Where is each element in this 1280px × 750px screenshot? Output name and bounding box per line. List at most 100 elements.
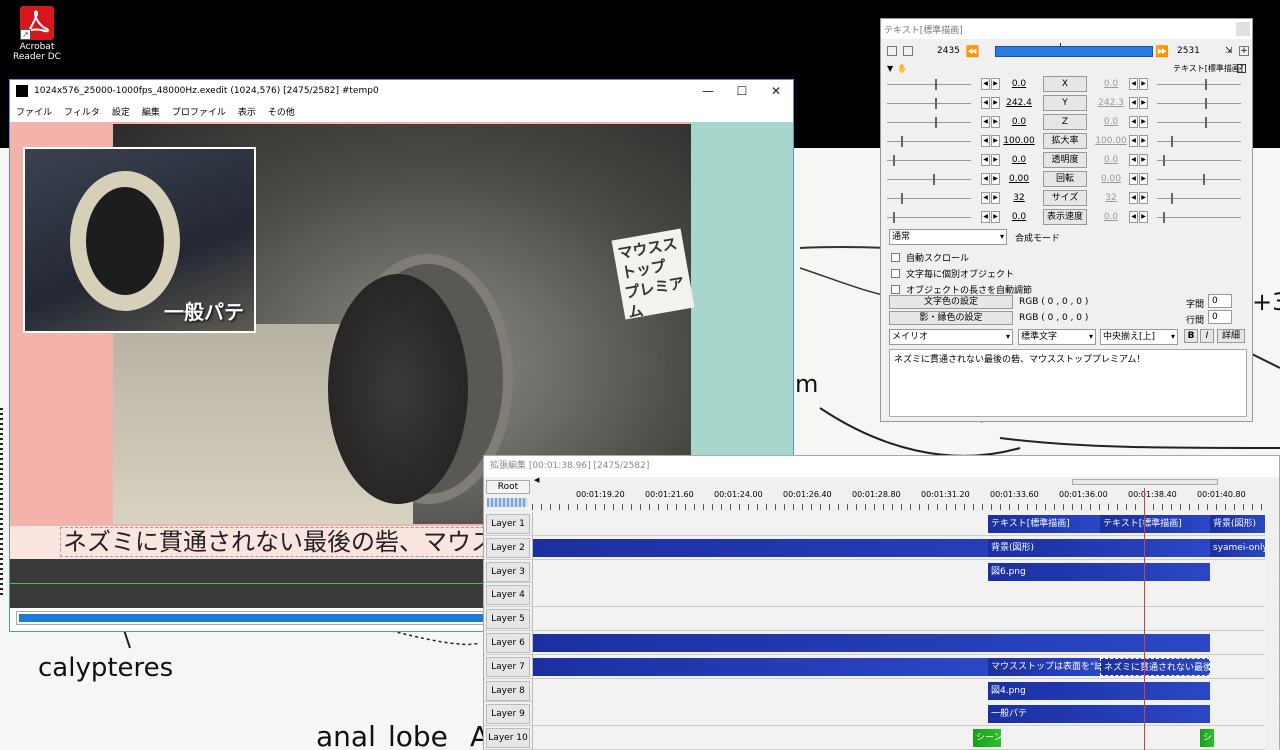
layer-lane[interactable]: 背景(図形)syamei-only8 xyxy=(532,535,1266,559)
param-right-inc-icon[interactable]: ▶ xyxy=(1139,153,1148,166)
param-left-inc-icon[interactable]: ▶ xyxy=(991,115,1000,128)
param-left-inc-icon[interactable]: ▶ xyxy=(991,210,1000,223)
param-right-dec-icon[interactable]: ◀ xyxy=(1129,96,1138,109)
param-left-slider[interactable] xyxy=(887,153,971,167)
layer-lane[interactable]: 図4.png xyxy=(532,678,1265,702)
layer-name-button[interactable]: Layer 1 xyxy=(486,514,530,534)
param-right-slider[interactable] xyxy=(1157,134,1241,148)
layer-name-button[interactable]: Layer 6 xyxy=(486,632,530,653)
layer-lane[interactable]: テキスト[標準描画] テキスト[標準描画] 背景(図形) xyxy=(532,512,1266,535)
param-right-dec-icon[interactable]: ◀ xyxy=(1129,191,1138,204)
timeline-clip[interactable]: 背景(図形) xyxy=(1210,515,1266,533)
param-button[interactable]: 表示速度 xyxy=(1043,208,1087,225)
root-button[interactable]: Root xyxy=(486,480,530,494)
timeline-clip[interactable]: 図4.png xyxy=(988,681,1210,700)
time-ruler[interactable]: 00:01:19.20 00:01:21.60 00:01:24.00 00:01:2… xyxy=(532,488,1267,510)
menu-filter[interactable]: フィルタ xyxy=(64,105,100,118)
param-right-value[interactable]: 242.3 xyxy=(1093,98,1129,108)
menu-edit[interactable]: 編集 xyxy=(142,105,160,118)
italic-button[interactable]: I xyxy=(1200,329,1214,343)
param-left-slider[interactable] xyxy=(887,115,971,129)
param-left-slider[interactable] xyxy=(887,191,971,205)
timeline-clip[interactable]: ネズミに貫通されない最後の砦 xyxy=(1100,657,1210,676)
param-left-dec-icon[interactable]: ◀ xyxy=(981,115,990,128)
font-select[interactable]: メイリオ xyxy=(889,329,1013,345)
timeline-title[interactable]: 拡張編集 [00:01:38.96] [2475/2582] xyxy=(484,456,1279,477)
minimize-icon[interactable]: — xyxy=(691,80,725,102)
param-button[interactable]: Z xyxy=(1043,113,1087,130)
param-button[interactable]: サイズ xyxy=(1043,189,1087,206)
param-left-value[interactable]: 0.0 xyxy=(1001,79,1037,89)
param-left-value[interactable]: 0.0 xyxy=(1001,212,1037,222)
line-spacing-spin[interactable]: 0 xyxy=(1208,310,1232,324)
param-button[interactable]: Y xyxy=(1043,94,1087,111)
settings-add-icon[interactable]: + xyxy=(1239,46,1249,56)
param-left-dec-icon[interactable]: ◀ xyxy=(981,153,990,166)
param-left-slider[interactable] xyxy=(887,77,971,91)
timeline-clip[interactable]: テキスト[標準描画] xyxy=(1100,515,1210,533)
menu-profile[interactable]: プロファイル xyxy=(172,105,226,118)
menu-settings[interactable]: 設定 xyxy=(112,105,130,118)
acrobat-reader-shortcut[interactable]: ↗ Acrobat Reader DC xyxy=(4,4,70,62)
layer-name-button[interactable]: Layer 9 xyxy=(486,704,530,725)
layer-lane[interactable] xyxy=(532,607,1265,631)
param-right-inc-icon[interactable]: ▶ xyxy=(1139,77,1148,90)
layer-name-button[interactable]: Layer 3 xyxy=(486,561,530,582)
menu-other[interactable]: その他 xyxy=(268,105,295,118)
param-right-slider[interactable] xyxy=(1157,191,1241,205)
param-left-inc-icon[interactable]: ▶ xyxy=(991,191,1000,204)
layer-name-button[interactable]: Layer 5 xyxy=(486,609,530,630)
timeline-clip[interactable]: テキスト[標準描画] xyxy=(988,515,1100,533)
param-left-slider[interactable] xyxy=(887,96,971,110)
per-char-object-checkbox[interactable]: 文字毎に個別オブジェクト xyxy=(891,267,1014,280)
param-button[interactable]: 拡大率 xyxy=(1043,132,1087,149)
param-right-value[interactable]: 0.0 xyxy=(1093,212,1129,222)
frame-next-icon[interactable]: ⏩ xyxy=(1155,45,1169,58)
auto-scroll-checkbox[interactable]: 自動スクロール xyxy=(891,251,969,264)
param-left-value[interactable]: 0.0 xyxy=(1001,155,1037,165)
menu-file[interactable]: ファイル xyxy=(16,105,52,118)
param-left-dec-icon[interactable]: ◀ xyxy=(981,172,990,185)
param-right-dec-icon[interactable]: ◀ xyxy=(1129,172,1138,185)
param-right-value[interactable]: 0.0 xyxy=(1093,117,1129,127)
param-left-slider[interactable] xyxy=(887,172,971,186)
param-left-dec-icon[interactable]: ◀ xyxy=(981,77,990,90)
param-right-slider[interactable] xyxy=(1157,172,1241,186)
param-right-value[interactable]: 32 xyxy=(1093,193,1129,203)
timeline-clip[interactable]: マウスストップは表面を"試しが xyxy=(988,657,1100,676)
param-right-slider[interactable] xyxy=(1157,115,1241,129)
timeline-clip[interactable]: シーン xyxy=(973,729,1001,748)
scroll-left-icon[interactable]: ◀ xyxy=(534,476,539,484)
param-right-inc-icon[interactable]: ▶ xyxy=(1139,210,1148,223)
param-left-inc-icon[interactable]: ▶ xyxy=(991,96,1000,109)
layer-lane[interactable] xyxy=(532,583,1265,607)
frame-prev-icon[interactable]: ⏪ xyxy=(966,45,980,58)
shadow-color-button[interactable]: 影・縁色の設定 xyxy=(889,311,1013,325)
param-left-value[interactable]: 0.00 xyxy=(1001,174,1037,184)
param-right-dec-icon[interactable]: ◀ xyxy=(1129,115,1138,128)
param-left-value[interactable]: 32 xyxy=(1001,193,1037,203)
layer-name-button[interactable]: Layer 8 xyxy=(486,680,530,701)
timeline-clip[interactable]: 背景(図形) xyxy=(988,538,1210,557)
timeline-hscroll[interactable]: ◀ xyxy=(532,476,1278,488)
param-button[interactable]: 透明度 xyxy=(1043,151,1087,168)
param-left-value[interactable]: 100.00 xyxy=(1001,136,1037,146)
param-right-slider[interactable] xyxy=(1157,153,1241,167)
param-left-slider[interactable] xyxy=(887,134,971,148)
timeline-hscroll-thumb[interactable] xyxy=(1072,479,1218,485)
timeline-clip[interactable]: syamei-only8 xyxy=(1210,538,1266,557)
param-right-value[interactable]: 0.0 xyxy=(1093,155,1129,165)
align-select[interactable]: 中央揃え[上] xyxy=(1100,329,1178,345)
param-right-slider[interactable] xyxy=(1157,210,1241,224)
playhead-cursor[interactable] xyxy=(1144,488,1145,750)
param-left-inc-icon[interactable]: ▶ xyxy=(991,134,1000,147)
maximize-icon[interactable]: ☐ xyxy=(725,80,759,102)
layer-lane[interactable]: マウスストップは表面を"試しがネズミに貫通されない最後の砦 xyxy=(532,654,1265,678)
text-style-select[interactable]: 標準文字 xyxy=(1018,329,1096,345)
hand-icon[interactable]: ✋ xyxy=(897,64,907,73)
param-right-value[interactable]: 0.00 xyxy=(1093,174,1129,184)
param-right-value[interactable]: 100.00 xyxy=(1093,136,1129,146)
layer-lane[interactable]: シーン シ xyxy=(532,726,1265,750)
layer-lane[interactable]: 一般パテ xyxy=(532,702,1265,726)
param-left-dec-icon[interactable]: ◀ xyxy=(981,210,990,223)
